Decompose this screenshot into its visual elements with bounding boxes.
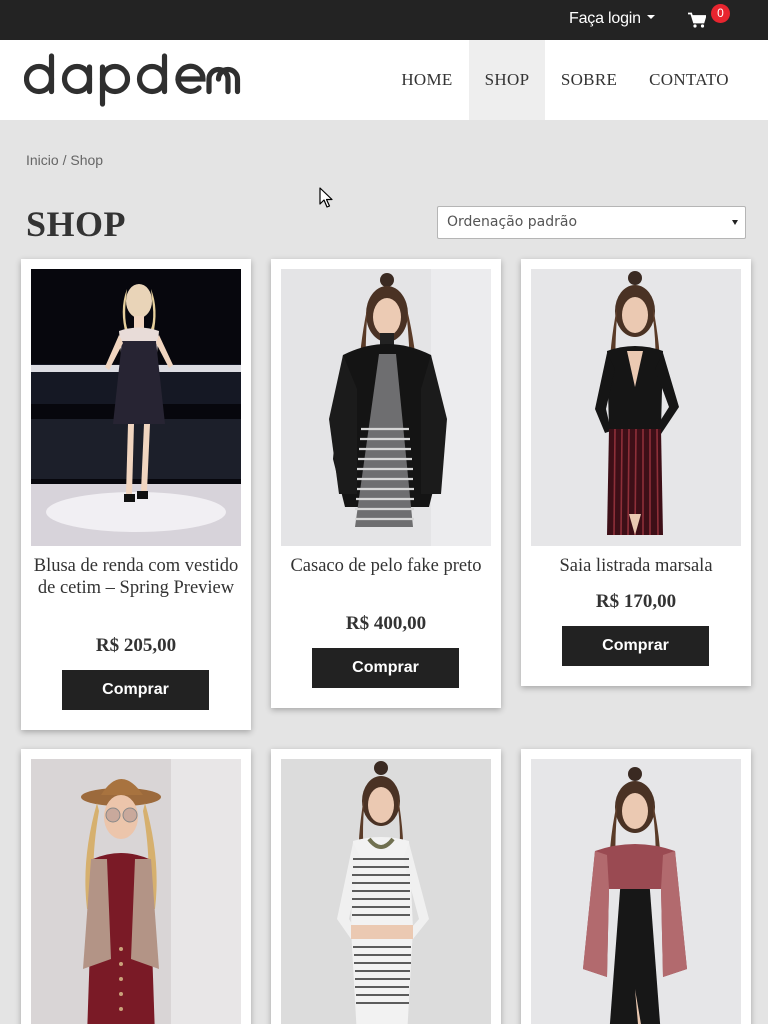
product-image[interactable] xyxy=(531,269,741,546)
buy-button[interactable]: Comprar xyxy=(312,648,459,688)
product-card: Saia listrada marsala R$ 170,00 Comprar xyxy=(521,259,751,686)
buy-button[interactable]: Comprar xyxy=(562,626,709,666)
nav-shop[interactable]: SHOP xyxy=(469,40,545,120)
product-price: R$ 205,00 xyxy=(95,635,177,656)
product-card xyxy=(21,749,251,1024)
caret-down-icon xyxy=(646,14,655,19)
login-label: Faça login xyxy=(569,10,641,27)
top-bar: Faça login 0 xyxy=(0,0,768,40)
buy-button[interactable]: Comprar xyxy=(62,670,209,710)
product-card xyxy=(521,749,751,1024)
sort-selected-label: Ordenação padrão xyxy=(447,214,578,230)
cart-count-badge: 0 xyxy=(711,4,730,23)
product-image[interactable] xyxy=(281,759,491,1024)
caret-down-icon xyxy=(732,220,738,225)
breadcrumb[interactable]: Inicio / Shop xyxy=(26,152,103,168)
product-card: Casaco de pelo fake preto R$ 400,00 Comp… xyxy=(271,259,501,708)
login-menu[interactable]: Faça login xyxy=(569,10,655,28)
shopping-cart-icon[interactable] xyxy=(688,12,706,28)
nav-sobre[interactable]: SOBRE xyxy=(548,40,630,120)
product-image[interactable] xyxy=(281,269,491,546)
product-name[interactable]: Saia listrada marsala xyxy=(531,555,741,577)
product-card: Blusa de renda com vestido de cetim – Sp… xyxy=(21,259,251,730)
nav-home[interactable]: HOME xyxy=(388,40,466,120)
product-image[interactable] xyxy=(31,269,241,546)
product-image[interactable] xyxy=(531,759,741,1024)
product-price: R$ 170,00 xyxy=(595,591,677,612)
page-title: SHOP xyxy=(26,204,127,244)
product-image[interactable] xyxy=(31,759,241,1024)
product-name[interactable]: Casaco de pelo fake preto xyxy=(281,555,491,577)
product-name[interactable]: Blusa de renda com vestido de cetim – Sp… xyxy=(31,555,241,599)
site-header: dapdem HOME SHOP SOBRE CONTATO xyxy=(0,40,768,120)
product-card xyxy=(271,749,501,1024)
sort-select[interactable]: Ordenação padrão xyxy=(437,206,746,239)
dapdem-logo[interactable]: dapdem xyxy=(24,53,242,109)
nav-contato[interactable]: CONTATO xyxy=(636,40,742,120)
mouse-cursor-icon xyxy=(319,187,333,208)
product-price: R$ 400,00 xyxy=(345,613,427,634)
